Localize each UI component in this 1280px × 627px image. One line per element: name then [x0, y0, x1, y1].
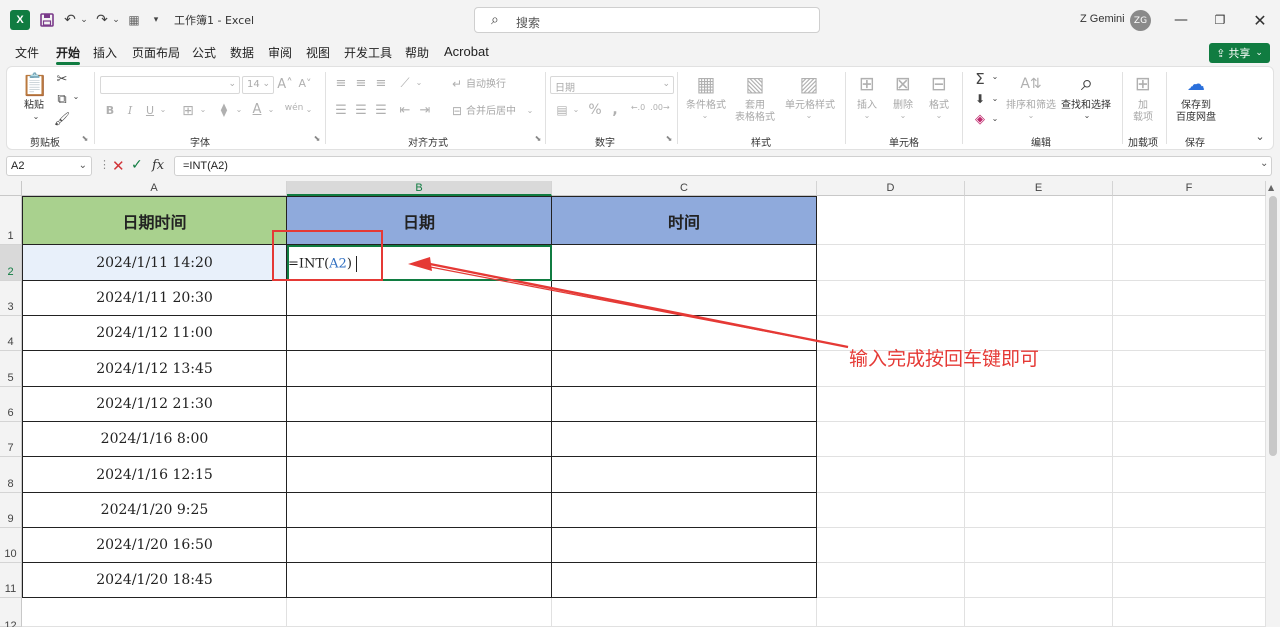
annotation-text: 输入完成按回车键即可: [849, 348, 1040, 370]
arrow-head: [408, 257, 432, 271]
arrow-shaft: [429, 262, 849, 349]
scrollbar-thumb[interactable]: [1269, 196, 1277, 456]
annotation-arrow: [408, 257, 849, 349]
scroll-up-icon[interactable]: ▲: [1268, 183, 1274, 192]
